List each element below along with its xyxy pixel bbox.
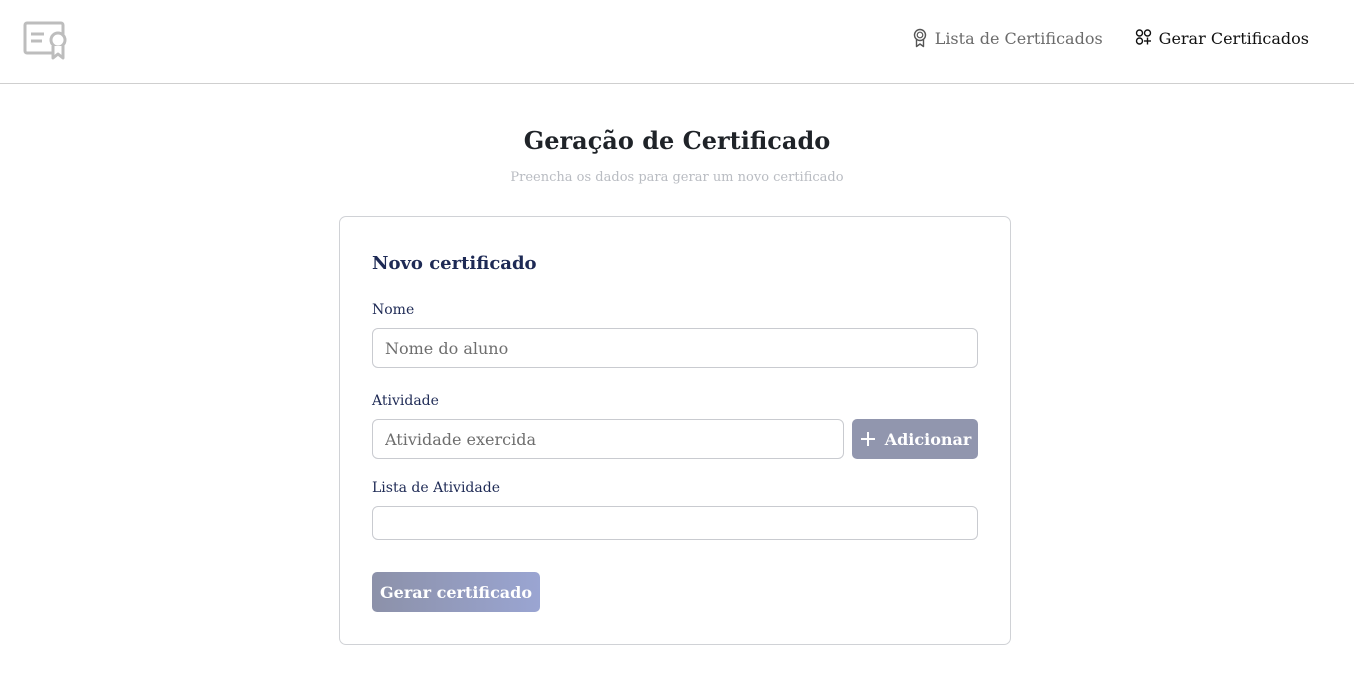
- plus-icon: [860, 432, 875, 446]
- name-label: Nome: [372, 302, 415, 318]
- nav-item-label: Lista de Certificados: [934, 28, 1103, 48]
- nav-item-lista-certificados[interactable]: Lista de Certificados: [911, 28, 1103, 48]
- app-header: Lista de Certificados Gerar Certificados: [0, 0, 1354, 84]
- page-title: Geração de Certificado: [523, 126, 831, 155]
- grid-plus-icon: [1135, 29, 1151, 45]
- activity-list-label: Lista de Atividade: [372, 480, 500, 496]
- add-activity-button[interactable]: Adicionar: [852, 419, 978, 459]
- activity-label: Atividade: [372, 393, 439, 409]
- add-button-label: Adicionar: [884, 429, 972, 449]
- page-subtitle: Preencha os dados para gerar um novo cer…: [510, 170, 844, 185]
- main-nav: Lista de Certificados Gerar Certificados: [911, 28, 1309, 48]
- certificate-form-card: Novo certificado Nome Atividade Adiciona…: [339, 216, 1011, 645]
- activity-list[interactable]: [372, 506, 978, 540]
- nav-item-label: Gerar Certificados: [1158, 28, 1309, 48]
- nav-item-gerar-certificados[interactable]: Gerar Certificados: [1135, 28, 1309, 48]
- award-ribbon-icon: [913, 28, 926, 48]
- certificate-icon[interactable]: [22, 20, 70, 62]
- name-input[interactable]: [372, 328, 978, 368]
- activity-input[interactable]: [372, 419, 844, 459]
- card-title: Novo certificado: [372, 253, 537, 274]
- generate-certificate-button[interactable]: Gerar certificado: [372, 572, 540, 612]
